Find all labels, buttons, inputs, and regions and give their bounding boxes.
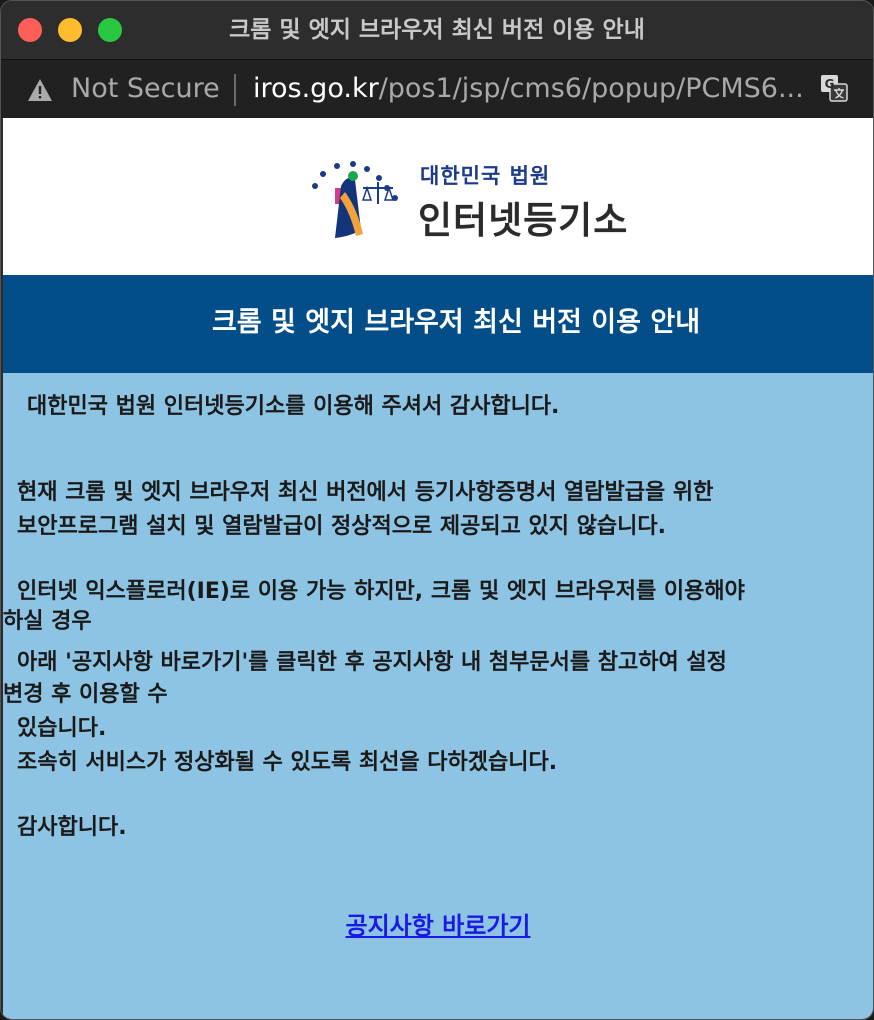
security-label[interactable]: Not Secure <box>71 70 220 108</box>
greeting-text: 대한민국 법원 인터넷등기소를 이용해 주셔서 감사합니다. <box>27 394 560 419</box>
notice-line: 조속히 서비스가 정상화될 수 있도록 최선을 다하겠습니다. <box>17 750 558 775</box>
notice-header: 크롬 및 엣지 브라우저 최신 버전 이용 안내 <box>3 275 873 373</box>
notice-line: 아래 '공지사항 바로가기'를 클릭한 후 공지사항 내 첨부문서를 참고하여 … <box>17 650 727 675</box>
logo-area: 대한민국 법원 인터넷등기소 <box>3 118 873 275</box>
url-divider <box>234 74 236 106</box>
notice-line: 변경 후 이용할 수 <box>3 682 168 707</box>
logo-org-name: 대한민국 법원 <box>420 164 551 188</box>
logo-service-name: 인터넷등기소 <box>418 199 629 242</box>
warning-icon <box>28 79 52 101</box>
url-host: iros.go.kr <box>253 73 379 104</box>
popup-content: 대한민국 법원 인터넷등기소 크롬 및 엣지 브라우저 최신 버전 이용 안내 … <box>3 118 873 1019</box>
url-path: /pos1/jsp/cms6/popup/PCMS6... <box>378 73 804 104</box>
window-title: 크롬 및 엣지 브라우저 최신 버전 이용 안내 <box>229 17 645 43</box>
court-emblem-icon <box>312 161 398 238</box>
translate-icon[interactable]: G <box>819 73 849 103</box>
notice-line: 하실 경우 <box>3 609 92 634</box>
svg-text:G: G <box>825 77 835 91</box>
notice-line: 인터넷 익스플로러(IE)로 이용 가능 하지만, 크롬 및 엣지 브라우저를 … <box>17 579 745 604</box>
url-text[interactable]: iros.go.kr/pos1/jsp/cms6/popup/PCMS6... <box>253 70 813 108</box>
notice-line: 보안프로그램 설치 및 열람발급이 정상적으로 제공되고 있지 않습니다. <box>17 514 666 539</box>
browser-popup-window: 크롬 및 엣지 브라우저 최신 버전 이용 안내 Not Secure iros… <box>0 0 874 1020</box>
notice-title: 크롬 및 엣지 브라우저 최신 버전 이용 안내 <box>211 307 701 338</box>
notice-shortcut-link[interactable]: 공지사항 바로가기 <box>3 906 873 941</box>
notice-line: 현재 크롬 및 엣지 브라우저 최신 버전에서 등기사항증명서 열람발급을 위한 <box>17 480 714 505</box>
closing-text: 감사합니다. <box>17 815 127 840</box>
address-bar[interactable]: Not Secure iros.go.kr/pos1/jsp/cms6/popu… <box>1 59 873 118</box>
title-bar[interactable]: 크롬 및 엣지 브라우저 최신 버전 이용 안내 <box>1 1 873 59</box>
notice-line: 있습니다. <box>17 716 107 741</box>
